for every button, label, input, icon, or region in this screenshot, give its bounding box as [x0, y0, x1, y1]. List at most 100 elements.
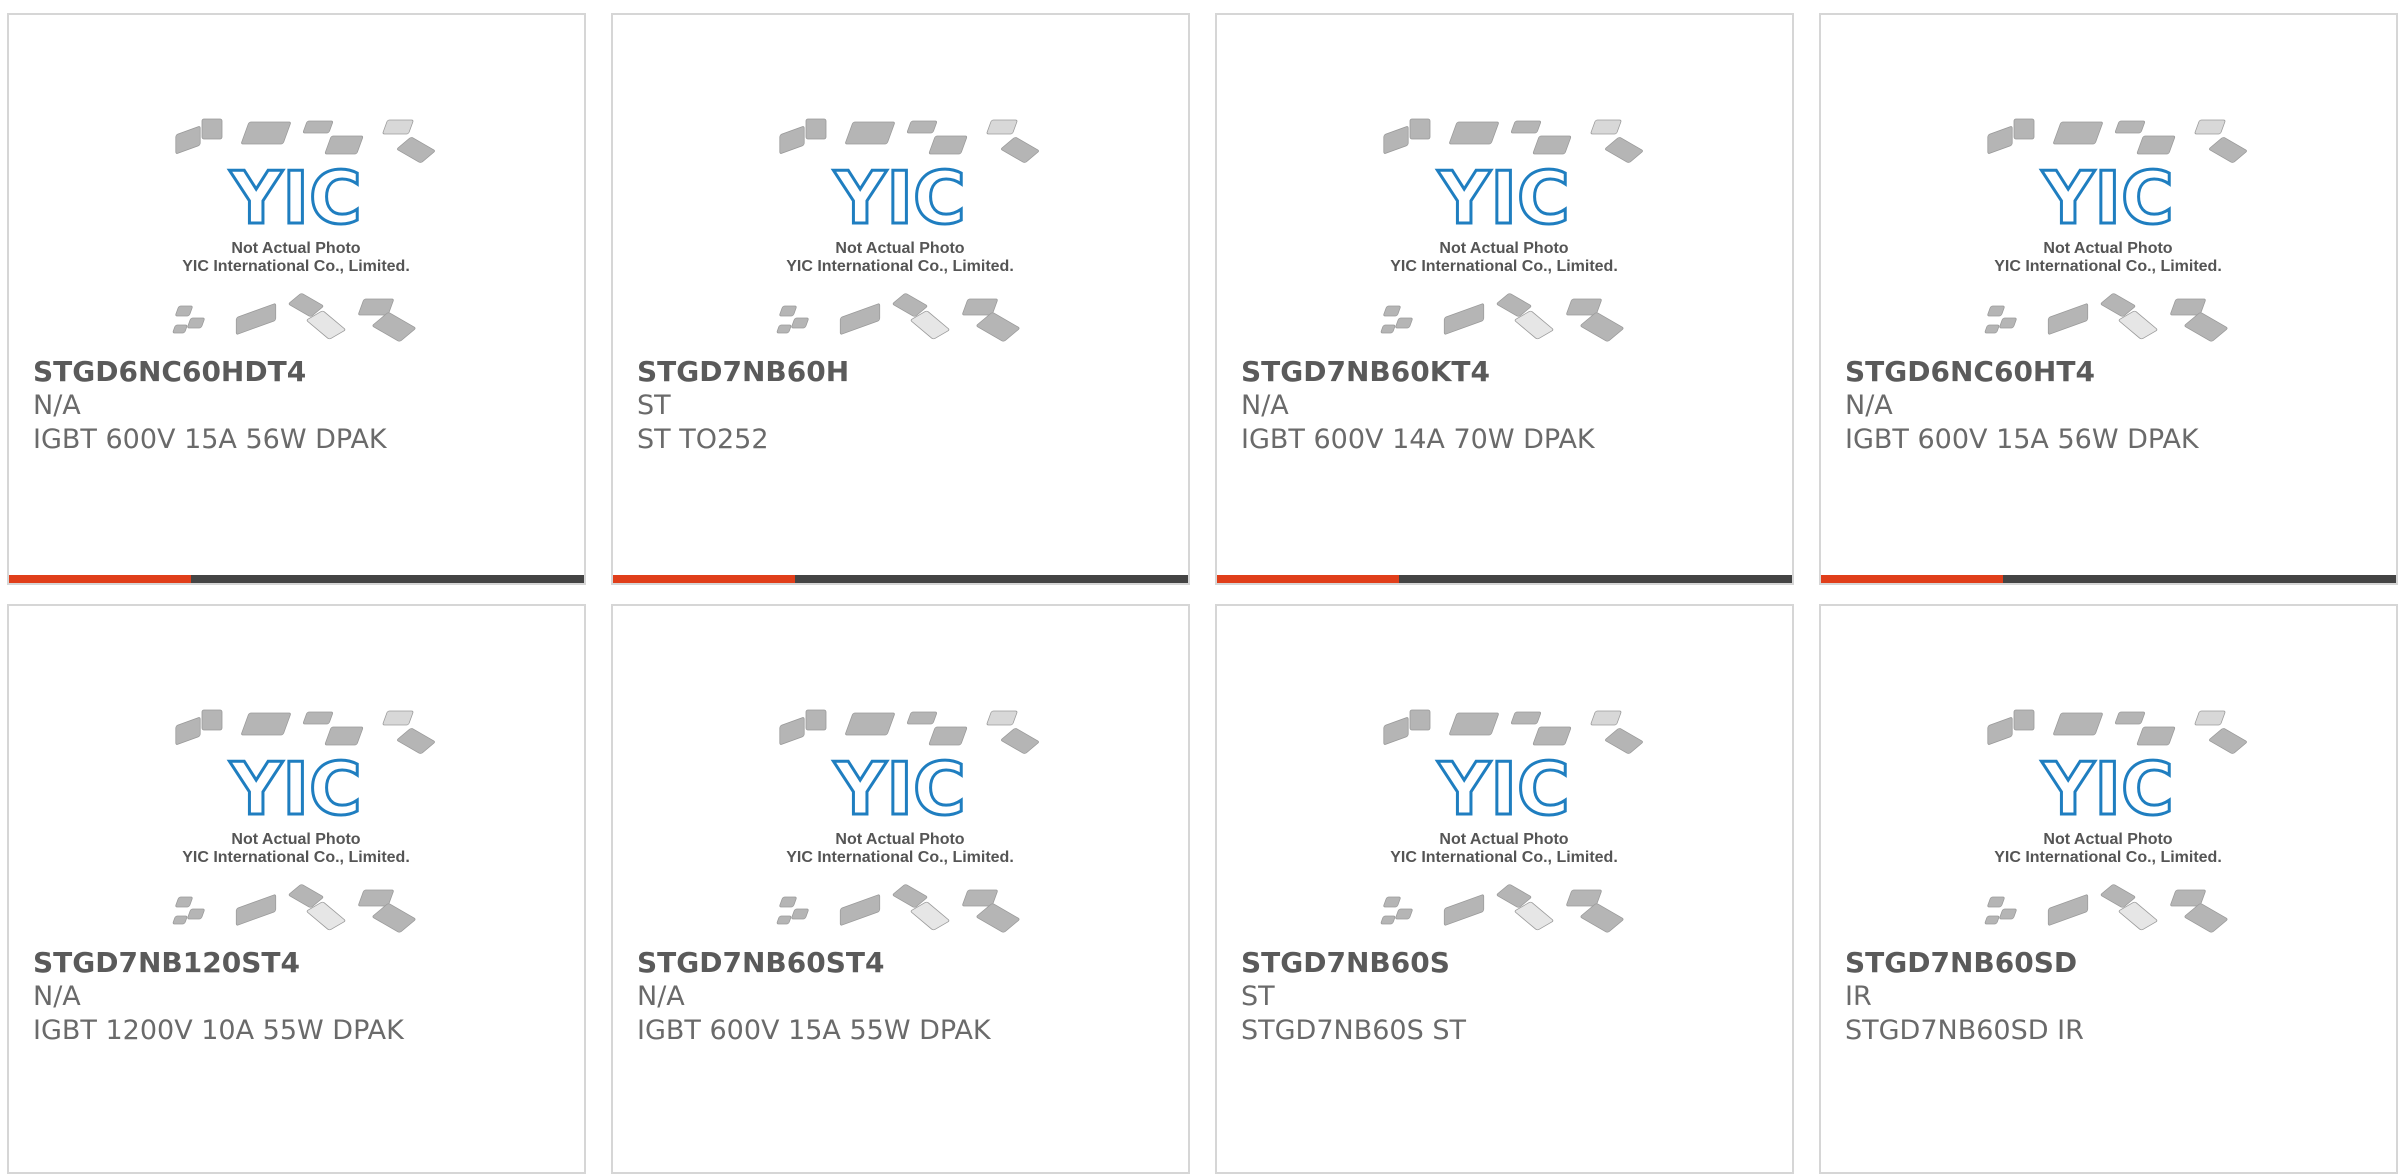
chip-icon [1409, 118, 1431, 140]
placeholder-caption: YIC International Co., Limited. [182, 849, 410, 866]
chip-icon [1984, 324, 2000, 334]
chip-icon [2114, 120, 2146, 134]
card-bottom-bar [613, 575, 1188, 583]
placeholder-graphic: YICNot Actual PhotoYIC International Co.… [776, 709, 1039, 933]
chip-icon [779, 126, 805, 154]
chip-icon [928, 726, 968, 746]
chip-icon [776, 915, 792, 925]
placeholder-graphic: YICNot Actual PhotoYIC International Co.… [1984, 118, 2247, 342]
chip-icon [1383, 126, 1409, 154]
placeholder-caption: Not Actual Photo [1439, 831, 1568, 848]
chip-icon [372, 903, 416, 933]
product-info: STGD7NB60H ST ST TO252 [637, 355, 1167, 457]
product-card[interactable]: YIC Not Actual Photo YIC International Co.… [1215, 13, 1794, 585]
chip-icon [1395, 908, 1413, 920]
product-card[interactable]: YIC Not Actual Photo YIC International Co.… [7, 604, 586, 1174]
yic-logo: YIC [833, 747, 966, 831]
placeholder-caption: YIC International Co., Limited. [1390, 258, 1618, 275]
chip-icon [1590, 710, 1622, 726]
product-image[interactable]: YIC Not Actual Photo YIC International Co.… [1374, 696, 1644, 946]
chip-icon [241, 712, 291, 736]
placeholder-caption: YIC International Co., Limited. [1390, 849, 1618, 866]
chip-icon [1605, 728, 1643, 754]
product-card[interactable]: YIC Not Actual Photo YIC International Co.… [1819, 604, 2398, 1174]
chip-icon [805, 709, 827, 731]
chip-icon [172, 324, 188, 334]
product-info: STGD7NB60SD IR STGD7NB60SD IR [1845, 946, 2375, 1048]
manufacturer: ST [1241, 981, 1275, 1012]
chip-icon [382, 710, 414, 726]
placeholder-graphic: YICNot Actual PhotoYIC International Co.… [172, 118, 435, 342]
card-bar-accent [1821, 575, 2003, 583]
product-card[interactable]: YIC Not Actual Photo YIC International Co.… [611, 13, 1190, 585]
product-card[interactable]: YIC Not Actual Photo YIC International Co.… [1819, 13, 2398, 585]
chip-icon [187, 908, 205, 920]
placeholder-caption: Not Actual Photo [231, 240, 360, 257]
chip-icon [1383, 896, 1401, 908]
chip-icon [986, 710, 1018, 726]
product-image[interactable]: YIC Not Actual Photo YIC International Co.… [770, 696, 1040, 946]
placeholder-graphic: YICNot Actual PhotoYIC International Co.… [172, 709, 435, 933]
chip-icon [1510, 711, 1542, 725]
placeholder-caption: YIC International Co., Limited. [786, 258, 1014, 275]
chip-icon [1987, 305, 2005, 317]
product-image[interactable]: YIC Not Actual Photo YIC International Co.… [166, 105, 436, 355]
placeholder-graphic: YICNot Actual PhotoYIC International Co.… [1984, 709, 2247, 933]
chip-icon [1987, 896, 2005, 908]
part-number[interactable]: STGD7NB60H [637, 355, 1167, 389]
chip-icon [201, 709, 223, 731]
chip-icon [976, 312, 1020, 342]
card-bottom-bar [1217, 575, 1792, 583]
chip-icon [1395, 317, 1413, 329]
chip-icon [839, 894, 881, 926]
chip-icon [175, 896, 193, 908]
chip-icon [302, 120, 334, 134]
chip-icon [1443, 894, 1485, 926]
card-bar-accent [1217, 575, 1399, 583]
description: IGBT 600V 15A 56W DPAK [1845, 424, 2199, 455]
manufacturer: N/A [33, 390, 81, 421]
placeholder-caption: YIC International Co., Limited. [182, 258, 410, 275]
product-image[interactable]: YIC Not Actual Photo YIC International Co.… [1978, 696, 2248, 946]
yic-logo: YIC [1437, 747, 1570, 831]
chip-icon [201, 118, 223, 140]
part-number[interactable]: STGD7NB60SD [1845, 946, 2375, 980]
placeholder-caption: Not Actual Photo [835, 240, 964, 257]
description: IGBT 600V 15A 55W DPAK [637, 1015, 991, 1046]
part-number[interactable]: STGD7NB60KT4 [1241, 355, 1771, 389]
part-number[interactable]: STGD7NB60S [1241, 946, 1771, 980]
manufacturer: N/A [1241, 390, 1289, 421]
chip-icon [1532, 726, 1572, 746]
product-info: STGD7NB120ST4 N/A IGBT 1200V 10A 55W DPA… [33, 946, 563, 1048]
chip-icon [241, 121, 291, 145]
product-image[interactable]: YIC Not Actual Photo YIC International Co.… [1978, 105, 2248, 355]
chip-icon [2184, 312, 2228, 342]
product-card[interactable]: YIC Not Actual Photo YIC International Co.… [7, 13, 586, 585]
part-number[interactable]: STGD7NB120ST4 [33, 946, 563, 980]
chip-icon [1999, 317, 2017, 329]
chip-icon [906, 711, 938, 725]
product-card[interactable]: YIC Not Actual Photo YIC International Co.… [611, 604, 1190, 1174]
product-image[interactable]: YIC Not Actual Photo YIC International Co.… [770, 105, 1040, 355]
placeholder-caption: Not Actual Photo [835, 831, 964, 848]
chip-icon [1999, 908, 2017, 920]
chip-icon [1590, 119, 1622, 135]
part-number[interactable]: STGD6NC60HDT4 [33, 355, 563, 389]
chip-icon [324, 726, 364, 746]
chip-icon [235, 894, 277, 926]
product-image[interactable]: YIC Not Actual Photo YIC International Co.… [1374, 105, 1644, 355]
description: IGBT 1200V 10A 55W DPAK [33, 1015, 404, 1046]
chip-icon [2209, 137, 2247, 163]
yic-logo: YIC [229, 156, 362, 240]
product-image[interactable]: YIC Not Actual Photo YIC International Co.… [166, 696, 436, 946]
manufacturer: N/A [637, 981, 685, 1012]
chip-icon [1510, 120, 1542, 134]
chip-icon [2136, 726, 2176, 746]
chip-icon [1532, 135, 1572, 155]
product-grid: YIC Not Actual Photo YIC International Co.… [0, 0, 2400, 1174]
chip-icon [235, 303, 277, 335]
part-number[interactable]: STGD7NB60ST4 [637, 946, 1167, 980]
product-card[interactable]: YIC Not Actual Photo YIC International Co.… [1215, 604, 1794, 1174]
chip-icon [1580, 312, 1624, 342]
part-number[interactable]: STGD6NC60HT4 [1845, 355, 2375, 389]
